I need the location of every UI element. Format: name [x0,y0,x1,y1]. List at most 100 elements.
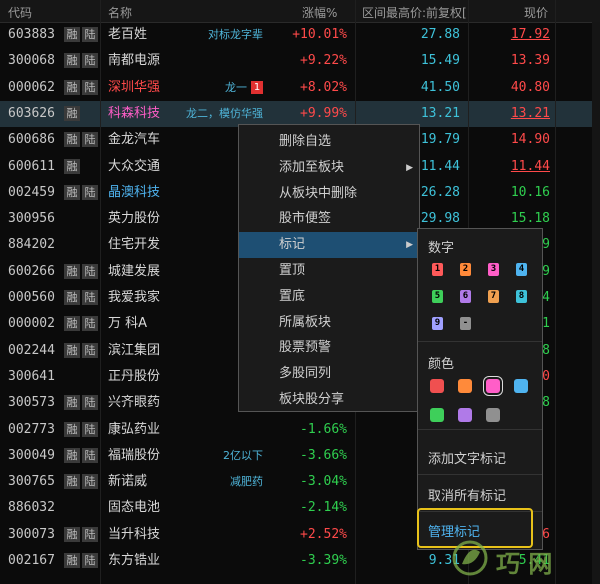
change-percent: +2.52% [300,526,347,542]
digit-mark-icon[interactable]: 8 [516,290,527,303]
connect-badge: 陆 [82,526,98,542]
note-text: 龙一 [225,80,247,94]
cancel-all-marks-item[interactable]: 取消所有标记 [428,485,506,504]
watermark-logo: 巧 网 [450,530,600,584]
stock-code: 002244 [8,342,55,358]
margin-badge: 融 [64,290,80,305]
digit-mark-icon[interactable]: 3 [488,263,499,276]
digit-mark-icon[interactable]: 5 [432,290,443,303]
context-menu: 删除自选 添加至板块 ▶ 从板块中删除 股市便签 标记 ▶ 置顶 置底 所属板块 股票预警 多股同列板… [238,124,420,412]
margin-badge: 融 [64,553,80,568]
menu-item[interactable]: 置底 [239,284,419,310]
stock-code: 002167 [8,553,55,568]
digit-mark-icon[interactable]: 9 [432,317,443,330]
header-range-high[interactable]: 区间最高价:前复权[ [362,4,467,21]
vertical-scrollbar[interactable] [592,22,600,584]
change-percent: +8.02% [300,79,347,95]
color-mark-swatch[interactable] [458,379,472,393]
stock-code: 300073 [8,526,55,542]
stock-name: 我爱我家 [108,290,161,305]
menu-item-label: 多股同列 [279,366,332,382]
change-percent: -3.66% [300,447,347,463]
connect-badge: 陆 [82,316,98,332]
header-price[interactable]: 现价 [524,4,548,21]
stock-code: 603883 [8,27,55,42]
stock-name: 正丹股份 [108,368,161,384]
color-mark-swatch[interactable] [514,379,528,393]
menu-item[interactable]: 删除自选 [239,129,419,155]
margin-badge: 融 [64,447,80,463]
chevron-right-icon: ▶ [406,240,413,251]
stock-code: 000062 [8,79,55,95]
price: 10.16 [510,184,550,200]
note-text: 2亿以下 [223,448,263,462]
table-row[interactable]: 603626 融 科森科技 龙二，模仿华强 +9.99% 13.21 13.21 [0,100,600,127]
digit-mark-icon[interactable]: 2 [460,263,471,276]
menu-item[interactable]: 多股同列 [239,361,419,387]
menu-item[interactable]: 股市便签 [239,206,419,232]
stock-name: 固态电池 [108,500,161,516]
menu-item[interactable]: 所属板块 [239,310,419,336]
stock-code: 886032 [8,500,55,516]
stock-name: 当升科技 [108,526,161,542]
divider [418,474,542,475]
connect-badge: 陆 [82,421,98,437]
connect-badge: 陆 [82,132,98,148]
digit-mark-icon[interactable]: 1 [432,263,443,276]
color-mark-swatch[interactable] [430,408,444,422]
stock-name: 兴齐眼药 [108,395,161,411]
price: 14.90 [510,132,550,148]
margin-badge: 融 [64,395,80,411]
stock-code: 603626 [8,105,55,121]
menu-item[interactable]: 从板块中删除 [239,181,419,207]
stock-name: 科森科技 [108,105,161,121]
gray-color-mark-swatch[interactable] [486,408,500,422]
margin-badge: 融 [64,474,80,490]
stock-note: 龙一 1 [170,75,263,101]
margin-badge: 融 [64,342,80,358]
connect-badge: 陆 [82,263,98,279]
menu-item[interactable]: 置顶 [239,258,419,284]
digit-mark-icon[interactable]: 7 [488,290,499,303]
stock-code: 884202 [8,237,55,253]
connect-badge: 陆 [82,184,98,200]
menu-item-label: 从板块中删除 [279,185,358,201]
menu-item-label: 添加至板块 [279,159,345,175]
change-percent: -2.14% [300,500,347,516]
colors-title: 颜色 [428,357,455,372]
color-mark-swatch[interactable] [486,379,500,393]
menu-item-label: 置底 [279,288,306,304]
add-text-mark-item[interactable]: 添加文字标记 [428,448,506,467]
margin-badge: 融 [64,132,80,148]
menu-item[interactable]: 添加至板块 ▶ [239,155,419,181]
stock-name: 城建发展 [108,263,161,279]
connect-badge: 陆 [82,290,98,305]
margin-badge: 融 [64,184,80,200]
digit-mark-icon[interactable]: 6 [460,290,471,303]
change-percent: +9.22% [300,53,347,69]
column-divider [555,0,556,584]
menu-item[interactable]: 股票预警 [239,335,419,361]
table-row[interactable]: 000062 融陆深圳华强 龙一 1 +8.02% 41.50 40.80 [0,75,600,101]
header-code[interactable]: 代码 [8,4,32,21]
margin-badge: 融 [64,421,80,437]
stock-note: 减肥药 [170,469,263,495]
note-text: 对标龙字辈 [208,28,263,41]
header-change[interactable]: 涨幅% [302,4,337,21]
stock-code: 000002 [8,316,55,332]
digit-mark-icon[interactable]: - [460,317,471,330]
divider [418,429,542,430]
stock-note: 对标龙字辈 [170,22,263,48]
menu-item[interactable]: 板块股分享 [239,387,419,413]
color-mark-swatch[interactable] [430,379,444,393]
stock-note: 龙二，模仿华强 [170,101,263,127]
margin-badge: 融 [64,526,80,542]
stock-name: 南都电源 [108,53,161,69]
table-row[interactable]: 603883 融陆老百姓 对标龙字辈 +10.01% 27.88 17.92 [0,22,600,48]
color-mark-swatch[interactable] [458,408,472,422]
stock-name: 大众交通 [108,158,161,174]
digit-mark-icon[interactable]: 4 [516,263,527,276]
header-name[interactable]: 名称 [108,4,132,21]
menu-item[interactable]: 标记 ▶ [239,232,419,259]
table-row[interactable]: 300068 融陆南都电源 +9.22% 15.49 13.39 [0,48,600,74]
